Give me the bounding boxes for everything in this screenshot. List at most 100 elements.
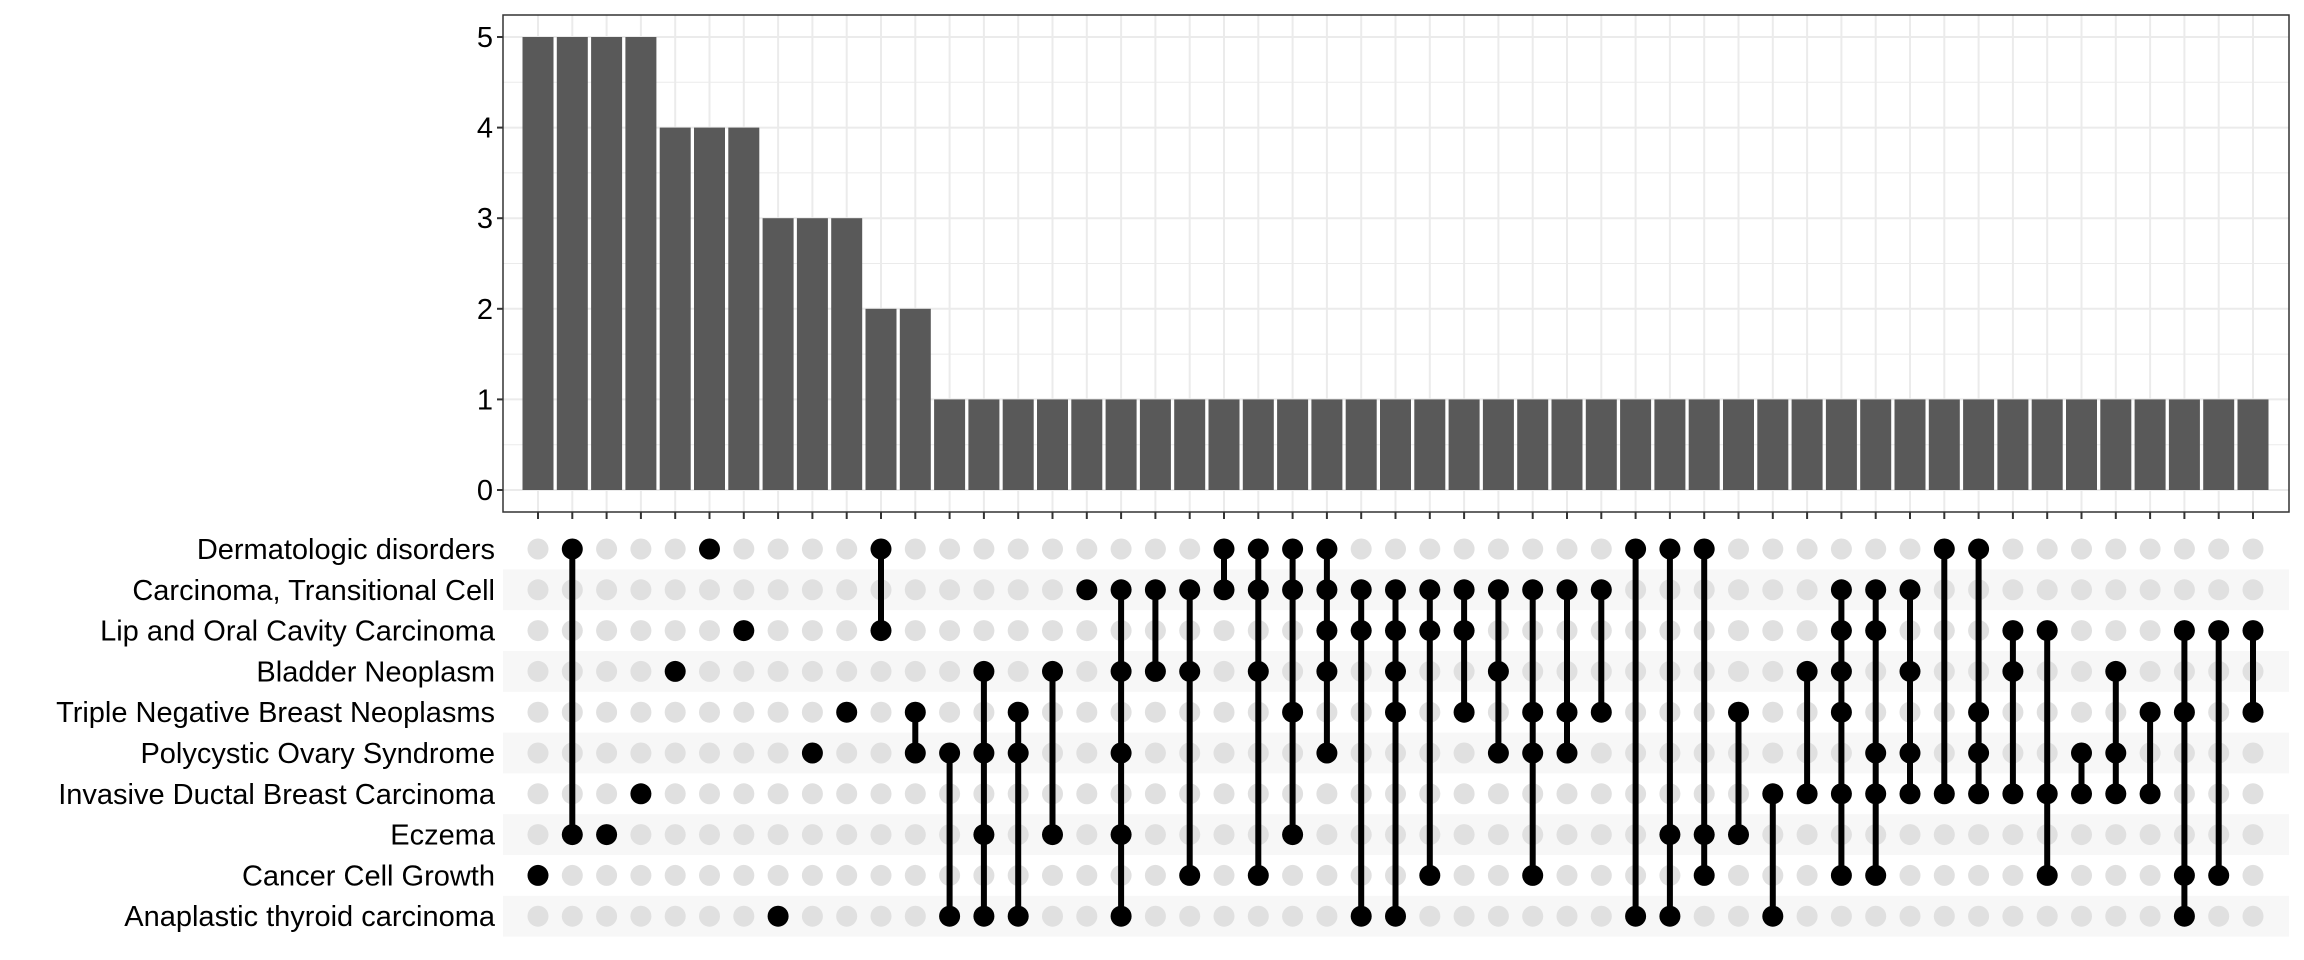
- matrix-dot-inactive: [596, 620, 618, 642]
- matrix-dot-inactive: [1728, 579, 1749, 601]
- matrix-dot-inactive: [1933, 864, 1955, 886]
- matrix-dot-inactive: [767, 538, 789, 560]
- matrix-dot-inactive: [1076, 905, 1098, 927]
- matrix-dot-inactive: [1796, 579, 1818, 601]
- matrix-dot-inactive: [2139, 620, 2161, 642]
- matrix-dot-inactive: [1590, 742, 1612, 764]
- matrix-dot-inactive: [1487, 905, 1509, 927]
- matrix-dot-inactive: [1968, 864, 1990, 886]
- matrix-dot-active: [1625, 538, 1647, 560]
- matrix-dot-active: [1968, 783, 1990, 805]
- matrix-dot-inactive: [1796, 538, 1818, 560]
- matrix-dot-active: [1179, 660, 1201, 682]
- intersection-bar: [2168, 399, 2200, 490]
- matrix-dot-inactive: [527, 824, 549, 846]
- matrix-dot-inactive: [1556, 905, 1578, 927]
- intersection-bar: [2100, 399, 2132, 490]
- matrix-dot-active: [1282, 579, 1304, 601]
- matrix-dot-inactive: [1042, 905, 1063, 927]
- matrix-dot-active: [2173, 620, 2195, 642]
- matrix-dot-inactive: [2105, 864, 2127, 886]
- matrix-dot-inactive: [630, 824, 652, 846]
- y-tick-label: 5: [477, 22, 493, 54]
- matrix-dot-inactive: [699, 742, 720, 764]
- matrix-dot-active: [1830, 701, 1852, 723]
- matrix-dot-inactive: [2173, 538, 2195, 560]
- matrix-dot-inactive: [1762, 579, 1784, 601]
- matrix-dot-inactive: [1213, 620, 1235, 642]
- intersection-bar: [1654, 399, 1686, 490]
- matrix-dot-active: [1899, 783, 1921, 805]
- matrix-dot-inactive: [801, 783, 823, 805]
- matrix-dot-inactive: [801, 620, 823, 642]
- matrix-dot-inactive: [1830, 538, 1852, 560]
- matrix-dot-inactive: [1899, 824, 1921, 846]
- matrix-dot-inactive: [1076, 824, 1098, 846]
- matrix-dot-active: [1385, 701, 1406, 723]
- set-label: Lip and Oral Cavity Carcinoma: [100, 616, 496, 648]
- matrix-dot-active: [973, 905, 995, 927]
- matrix-dot-inactive: [2139, 538, 2161, 560]
- matrix-dot-active: [527, 864, 549, 886]
- matrix-dot-inactive: [699, 620, 720, 642]
- set-label: Triple Negative Breast Neoplasms: [56, 697, 495, 729]
- matrix-dot-inactive: [836, 538, 858, 560]
- upset-chart: 0 1 2 3 4 5 Dermatologic disorders Carcinoma, …: [56, 14, 2290, 937]
- matrix-dot-inactive: [1453, 742, 1475, 764]
- matrix-dot-inactive: [1316, 783, 1338, 805]
- matrix-dot-inactive: [767, 620, 789, 642]
- matrix-dot-inactive: [767, 864, 789, 886]
- matrix-dot-active: [2139, 783, 2161, 805]
- set-label: Polycystic Ovary Syndrome: [140, 738, 495, 770]
- intersection-bar: [899, 308, 931, 490]
- intersection-bar: [1482, 399, 1514, 490]
- intersection-bar: [591, 37, 623, 490]
- intersection-bar: [522, 37, 554, 490]
- intersection-bar: [728, 127, 760, 490]
- set-labels: Dermatologic disorders Carcinoma, Transit…: [56, 534, 496, 933]
- matrix-dot-inactive: [2208, 538, 2230, 560]
- matrix-dot-inactive: [1865, 905, 1887, 927]
- matrix-dot-active: [1110, 824, 1132, 846]
- matrix-dot-inactive: [904, 824, 926, 846]
- matrix-dot-inactive: [527, 538, 549, 560]
- matrix-dot-inactive: [1144, 783, 1166, 805]
- intersection-bar: [1002, 399, 1034, 490]
- matrix-dot-inactive: [527, 742, 549, 764]
- matrix-dot-inactive: [801, 538, 823, 560]
- matrix-dot-inactive: [836, 620, 858, 642]
- matrix-dot-inactive: [2105, 579, 2127, 601]
- matrix-dot-active: [1625, 905, 1647, 927]
- matrix-dot-inactive: [904, 783, 926, 805]
- matrix-dot-active: [2173, 905, 2195, 927]
- matrix-dot-active: [1316, 579, 1338, 601]
- matrix-dot-active: [2105, 742, 2127, 764]
- matrix-dot-inactive: [1213, 742, 1235, 764]
- matrix-dot-inactive: [801, 701, 823, 723]
- matrix-dot-inactive: [1179, 905, 1201, 927]
- intersection-bar: [968, 399, 1000, 490]
- matrix-dot-inactive: [904, 660, 926, 682]
- matrix-dot-inactive: [904, 864, 926, 886]
- intersection-bar: [659, 127, 691, 490]
- matrix-dot-active: [870, 620, 892, 642]
- intersection-bar: [1380, 399, 1411, 490]
- matrix-dot-inactive: [1590, 905, 1612, 927]
- matrix-dot-inactive: [2105, 538, 2127, 560]
- matrix-dot-inactive: [973, 538, 995, 560]
- matrix-dot-active: [630, 783, 652, 805]
- matrix-dot-inactive: [2242, 742, 2264, 764]
- matrix-dot-inactive: [870, 824, 892, 846]
- matrix-dot-inactive: [767, 660, 789, 682]
- matrix-dot-inactive: [1110, 538, 1132, 560]
- matrix-dot-inactive: [733, 701, 755, 723]
- matrix-dot-inactive: [1728, 905, 1749, 927]
- matrix-dot-active: [596, 824, 618, 846]
- matrix-dot-inactive: [1247, 905, 1269, 927]
- matrix-dot-active: [1693, 538, 1715, 560]
- matrix-dot-inactive: [801, 824, 823, 846]
- matrix-dot-inactive: [527, 701, 549, 723]
- matrix-dot-inactive: [1316, 905, 1338, 927]
- matrix-dot-inactive: [699, 660, 720, 682]
- matrix-dot-inactive: [664, 701, 686, 723]
